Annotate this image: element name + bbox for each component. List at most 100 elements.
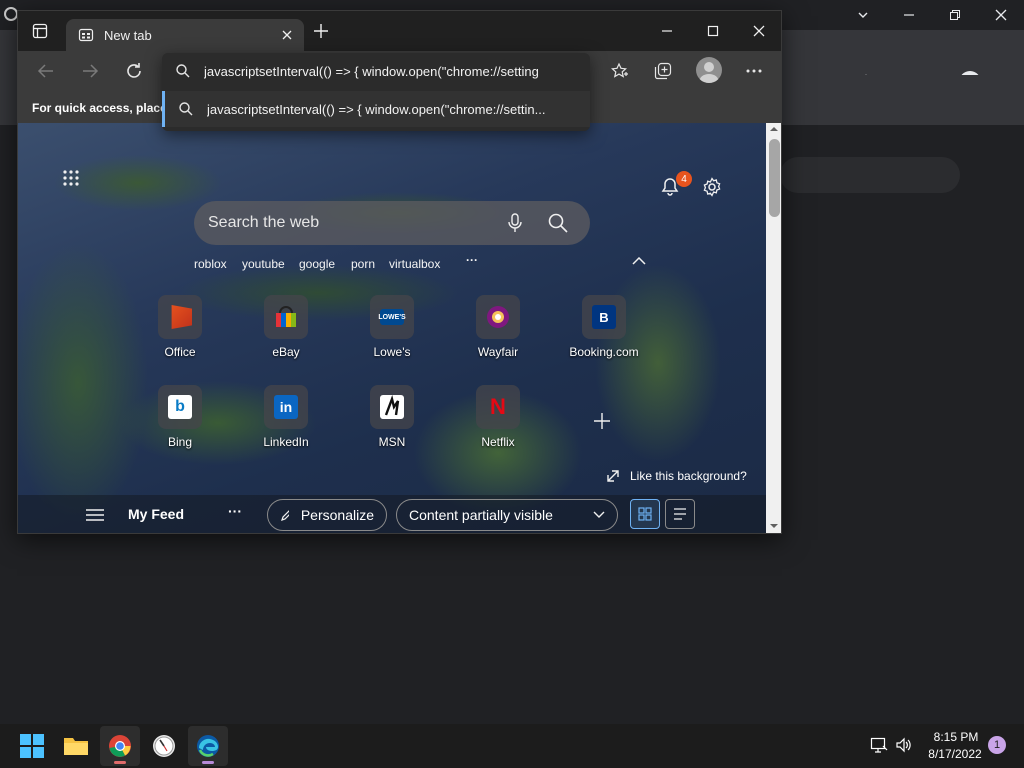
taskbar: 8:15 PM 8/17/2022 1: [0, 724, 1024, 768]
my-feed-title[interactable]: My Feed: [128, 506, 184, 522]
chrome-close-button[interactable]: [978, 0, 1024, 30]
personalize-button[interactable]: Personalize: [267, 499, 387, 531]
personalize-label: Personalize: [300, 507, 374, 523]
new-tab-page-icon: [78, 28, 94, 42]
tile-bing[interactable]: b Bing: [132, 385, 228, 465]
search-magnifier-icon[interactable]: [548, 213, 568, 233]
running-indicator: [202, 761, 214, 764]
scrollbar-thumb[interactable]: [769, 139, 780, 217]
tab-actions-icon[interactable]: [32, 23, 48, 39]
scroll-up-arrow-icon[interactable]: [769, 126, 779, 132]
tile-msn[interactable]: MSN: [344, 385, 440, 465]
feed-more-button[interactable]: ···: [228, 503, 242, 519]
chevron-down-icon: [593, 511, 605, 518]
content-visibility-dropdown[interactable]: Content partially visible: [396, 499, 618, 531]
tile-label: MSN: [378, 435, 406, 449]
favorites-star-icon[interactable]: [606, 57, 634, 85]
profile-avatar-icon[interactable]: [696, 57, 722, 83]
tile-booking[interactable]: B Booking.com: [556, 295, 652, 375]
edge-minimize-button[interactable]: [644, 11, 690, 51]
address-bar-text[interactable]: javascriptsetInterval(() => { window.ope…: [204, 64, 566, 79]
start-button[interactable]: [12, 726, 52, 766]
quick-links-more-button[interactable]: ···: [466, 253, 478, 267]
expand-arrow-icon: [607, 470, 619, 482]
address-bar-dropdown: javascriptsetInterval(() => { window.ope…: [162, 53, 590, 131]
grid-view-button[interactable]: [630, 499, 660, 529]
file-explorer-button[interactable]: [56, 726, 96, 766]
edge-tab-bar: New tab: [18, 11, 781, 51]
hamburger-menu-icon[interactable]: [86, 509, 104, 521]
chrome-restore-button[interactable]: [932, 0, 978, 30]
new-tab-page: 4 Search the web roblox youtube google p…: [18, 123, 766, 533]
edge-close-button[interactable]: [736, 11, 781, 51]
list-view-icon: [674, 508, 686, 520]
address-bar-input[interactable]: javascriptsetInterval(() => { window.ope…: [162, 53, 590, 89]
chrome-logo-icon: [4, 7, 18, 21]
edge-taskbar-button[interactable]: [188, 726, 228, 766]
tile-label: Bing: [167, 435, 193, 449]
tile-linkedin[interactable]: in LinkedIn: [238, 385, 334, 465]
suggestion-text: javascriptsetInterval(() => { window.ope…: [207, 101, 546, 117]
forward-arrow-icon[interactable]: [76, 57, 104, 85]
refresh-icon[interactable]: [120, 57, 148, 85]
like-background-text: Like this background?: [630, 469, 747, 483]
chrome-icon: [109, 735, 131, 757]
address-bar-suggestion[interactable]: javascriptsetInterval(() => { window.ope…: [162, 91, 590, 127]
feed-bar: My Feed ··· Personalize Content partiall…: [18, 495, 766, 533]
collapse-chevron-up-icon[interactable]: [632, 257, 646, 265]
tab-new-tab[interactable]: New tab: [66, 19, 304, 51]
pencil-icon: [281, 510, 289, 521]
tile-ebay[interactable]: eBay: [238, 295, 334, 375]
booking-icon: B: [582, 295, 626, 339]
tile-lowes[interactable]: LOWE'S Lowe's: [344, 295, 440, 375]
search-placeholder: Search the web: [208, 214, 320, 231]
close-tab-icon[interactable]: [282, 30, 292, 40]
tile-office[interactable]: Office: [132, 295, 228, 375]
tab-search-chevron-icon[interactable]: [840, 0, 886, 30]
new-tab-plus-icon[interactable]: [314, 24, 328, 38]
bing-icon: b: [158, 385, 202, 429]
grid-view-icon: [638, 507, 652, 521]
chrome-taskbar-button[interactable]: [100, 726, 140, 766]
page-settings-gear-icon[interactable]: [702, 177, 722, 197]
netflix-icon: N: [476, 385, 520, 429]
like-background-link[interactable]: Like this background?: [606, 469, 747, 483]
clock-time[interactable]: 8:15 PM: [926, 730, 986, 744]
list-view-button[interactable]: [665, 499, 695, 529]
quick-link-google[interactable]: google: [299, 257, 335, 271]
app-launcher-icon[interactable]: [62, 169, 80, 187]
clock-date[interactable]: 8/17/2022: [920, 747, 990, 761]
add-shortcut-plus-icon[interactable]: [594, 413, 610, 429]
folder-icon: [64, 738, 88, 755]
volume-icon[interactable]: [895, 736, 913, 754]
notification-center-badge[interactable]: 1: [988, 736, 1006, 754]
edge-icon: [197, 735, 219, 757]
clock-app-button[interactable]: [144, 726, 184, 766]
tile-label: eBay: [272, 345, 300, 359]
microphone-icon[interactable]: [508, 213, 522, 233]
web-search-input[interactable]: Search the web: [194, 201, 590, 245]
tile-wayfair[interactable]: Wayfair: [450, 295, 546, 375]
tile-netflix[interactable]: N Netflix: [450, 385, 546, 465]
tile-label: Wayfair: [477, 345, 519, 359]
tile-label: LinkedIn: [263, 435, 309, 449]
tab-title: New tab: [104, 27, 152, 43]
office-icon: [158, 295, 202, 339]
quick-link-virtualbox[interactable]: virtualbox: [389, 257, 440, 271]
linkedin-icon: in: [264, 385, 308, 429]
tile-label: Lowe's: [373, 345, 411, 359]
msn-icon: [370, 385, 414, 429]
settings-more-icon[interactable]: [740, 57, 768, 85]
edge-maximize-button[interactable]: [690, 11, 736, 51]
tile-label: Office: [164, 345, 196, 359]
content-visibility-value: Content partially visible: [409, 507, 553, 523]
quick-link-youtube[interactable]: youtube: [242, 257, 285, 271]
collections-icon[interactable]: [649, 57, 677, 85]
quick-link-roblox[interactable]: roblox: [194, 257, 227, 271]
chrome-search-box[interactable]: [780, 157, 960, 193]
chrome-minimize-button[interactable]: [886, 0, 932, 30]
scroll-down-arrow-icon[interactable]: [769, 523, 779, 529]
network-icon[interactable]: [870, 736, 888, 754]
quick-link-porn[interactable]: porn: [351, 257, 375, 271]
back-arrow-icon[interactable]: [32, 57, 60, 85]
